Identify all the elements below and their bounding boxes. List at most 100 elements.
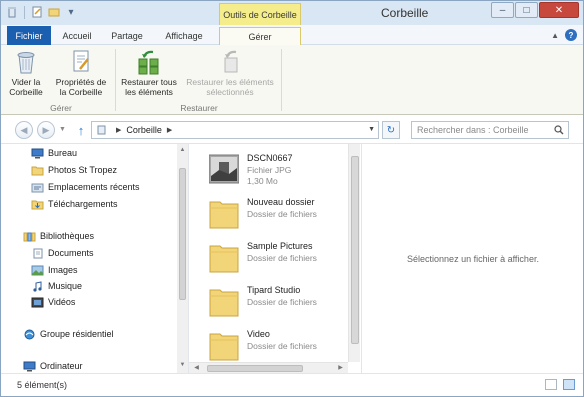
empty-recycle-bin-button[interactable]: Vider la Corbeille bbox=[9, 49, 43, 97]
nav-item-label: Documents bbox=[48, 248, 94, 258]
list-item-sample-pictures[interactable]: Sample Pictures Dossier de fichiers bbox=[207, 236, 347, 278]
title-bar: ▾ Outils de Corbeille Corbeille – □ ✕ bbox=[1, 1, 583, 25]
videos-icon bbox=[31, 297, 44, 307]
properties-icon[interactable] bbox=[30, 5, 44, 19]
file-list: DSCN0667 Fichier JPG 1,30 Mo Nouveau dos… bbox=[189, 144, 361, 373]
nav-item-homegroup[interactable]: Groupe résidentiel bbox=[23, 327, 114, 341]
ribbon-panel: Vider la Corbeille Propriétés de la Corb… bbox=[1, 45, 583, 115]
qat-dropdown-icon[interactable]: ▾ bbox=[64, 5, 78, 19]
tab-file[interactable]: Fichier bbox=[7, 26, 51, 45]
computer-icon bbox=[23, 361, 36, 371]
scroll-down-icon[interactable]: ▼ bbox=[178, 361, 187, 370]
folder-icon bbox=[209, 333, 239, 361]
nav-item-recent-places[interactable]: Emplacements récents bbox=[31, 180, 140, 194]
nav-item-label: Images bbox=[48, 265, 78, 275]
tab-view[interactable]: Affichage bbox=[159, 27, 209, 45]
file-type: Dossier de fichiers bbox=[247, 341, 317, 351]
item-count: 5 élément(s) bbox=[17, 380, 68, 390]
restore-selected-button[interactable]: Restaurer les éléments sélectionnés bbox=[181, 49, 279, 97]
search-input[interactable]: Rechercher dans : Corbeille bbox=[411, 121, 569, 139]
recent-locations-dropdown-icon[interactable]: ▼ bbox=[59, 126, 66, 133]
file-name: DSCN0667 bbox=[247, 153, 293, 163]
preview-pane: Sélectionnez un fichier à afficher. bbox=[361, 144, 583, 373]
search-placeholder: Rechercher dans : Corbeille bbox=[417, 125, 529, 135]
address-dropdown-icon[interactable]: ▼ bbox=[368, 126, 375, 133]
nav-item-downloads[interactable]: Téléchargements bbox=[31, 197, 118, 211]
music-icon bbox=[33, 280, 42, 292]
file-list-scrollbar[interactable] bbox=[348, 144, 360, 362]
preview-message: Sélectionnez un fichier à afficher. bbox=[407, 254, 539, 264]
qat-separator bbox=[24, 5, 25, 19]
nav-item-label: Bureau bbox=[48, 148, 78, 158]
folder-icon bbox=[31, 166, 44, 175]
nav-item-libraries[interactable]: Bibliothèques bbox=[23, 229, 94, 243]
group-restore-label: Restaurer bbox=[180, 103, 218, 113]
tab-home[interactable]: Accueil bbox=[55, 27, 99, 45]
file-list-horizontal-scrollbar[interactable]: ◀ ▶ bbox=[189, 362, 348, 373]
nav-item-computer[interactable]: Ordinateur bbox=[23, 359, 83, 373]
address-row: ◀ ▶ ▼ ↑ ▶ Corbeille ▶ ▼ ↻ Rechercher dan… bbox=[1, 116, 583, 144]
homegroup-icon bbox=[24, 329, 35, 339]
folder-icon bbox=[209, 201, 239, 229]
bin-properties-label: Propriétés de la Corbeille bbox=[55, 77, 107, 97]
address-bar[interactable]: ▶ Corbeille ▶ ▼ bbox=[91, 121, 379, 139]
navigation-pane: Bureau Photos St Tropez Emplacements réc… bbox=[1, 144, 189, 373]
close-button[interactable]: ✕ bbox=[539, 2, 579, 18]
scroll-right-icon[interactable]: ▶ bbox=[336, 364, 345, 373]
restore-all-icon bbox=[136, 49, 162, 75]
list-item-nouveau-dossier[interactable]: Nouveau dossier Dossier de fichiers bbox=[207, 192, 347, 234]
file-name: Video bbox=[247, 329, 270, 339]
nav-item-label: Photos St Tropez bbox=[48, 165, 118, 175]
scrollbar-thumb[interactable] bbox=[207, 365, 303, 372]
nav-item-videos[interactable]: Vidéos bbox=[31, 295, 75, 309]
file-name: Sample Pictures bbox=[247, 241, 313, 251]
nav-item-documents[interactable]: Documents bbox=[31, 246, 94, 260]
tab-manage[interactable]: Gérer bbox=[219, 27, 301, 46]
scroll-up-icon[interactable]: ▲ bbox=[178, 146, 187, 155]
nav-item-music[interactable]: Musique bbox=[31, 279, 82, 293]
breadcrumb-chevron-icon[interactable]: ▶ bbox=[116, 126, 121, 134]
restore-all-button[interactable]: Restaurer tous les éléments bbox=[119, 49, 179, 97]
search-icon[interactable] bbox=[554, 125, 564, 135]
status-bar: 5 élément(s) bbox=[1, 373, 583, 396]
photo-thumbnail-icon bbox=[209, 154, 239, 184]
folder-icon bbox=[209, 245, 239, 273]
details-view-icon[interactable] bbox=[545, 379, 557, 390]
navigation-scrollbar[interactable]: ▲ ▼ bbox=[177, 144, 188, 373]
file-name: Nouveau dossier bbox=[247, 197, 315, 207]
scrollbar-thumb[interactable] bbox=[179, 168, 186, 300]
breadcrumb-recycle-bin[interactable]: Corbeille bbox=[126, 125, 162, 135]
list-item-dscn0667[interactable]: DSCN0667 Fichier JPG 1,30 Mo bbox=[207, 148, 347, 190]
restore-selected-label: Restaurer les éléments sélectionnés bbox=[186, 77, 274, 97]
file-type: Dossier de fichiers bbox=[247, 209, 317, 219]
scrollbar-thumb[interactable] bbox=[351, 156, 359, 344]
libraries-icon bbox=[23, 232, 36, 241]
nav-item-pictures[interactable]: Images bbox=[31, 263, 78, 277]
minimize-button[interactable]: – bbox=[491, 2, 514, 18]
new-folder-icon[interactable] bbox=[47, 5, 61, 19]
recycle-bin-small-icon[interactable] bbox=[5, 5, 19, 19]
documents-icon bbox=[33, 248, 43, 258]
nav-item-desktop[interactable]: Bureau bbox=[31, 146, 77, 160]
explorer-window: ▾ Outils de Corbeille Corbeille – □ ✕ Fi… bbox=[0, 0, 584, 397]
list-item-video[interactable]: Video Dossier de fichiers bbox=[207, 324, 347, 366]
large-icons-view-icon[interactable] bbox=[563, 379, 575, 390]
ribbon-group-divider bbox=[115, 49, 116, 111]
tab-share[interactable]: Partage bbox=[105, 27, 149, 45]
list-item-tipard-studio[interactable]: Tipard Studio Dossier de fichiers bbox=[207, 280, 347, 322]
up-arrow-icon[interactable]: ↑ bbox=[74, 122, 88, 138]
back-button[interactable]: ◀ bbox=[15, 121, 33, 139]
help-icon[interactable]: ? bbox=[565, 29, 577, 41]
recycle-bin-address-icon bbox=[96, 124, 107, 137]
minimize-ribbon-icon[interactable]: ▲ bbox=[551, 31, 559, 40]
nav-item-label: Musique bbox=[48, 281, 83, 291]
refresh-button[interactable]: ↻ bbox=[382, 121, 400, 139]
empty-bin-icon bbox=[13, 49, 39, 75]
breadcrumb-chevron-icon-2[interactable]: ▶ bbox=[167, 126, 172, 134]
forward-button[interactable]: ▶ bbox=[37, 121, 55, 139]
maximize-button[interactable]: □ bbox=[515, 2, 538, 18]
bin-properties-button[interactable]: Propriétés de la Corbeille bbox=[51, 49, 111, 97]
scroll-left-icon[interactable]: ◀ bbox=[192, 364, 201, 373]
nav-item-photos-st-tropez[interactable]: Photos St Tropez bbox=[31, 163, 117, 177]
file-type: Fichier JPG bbox=[247, 165, 292, 175]
